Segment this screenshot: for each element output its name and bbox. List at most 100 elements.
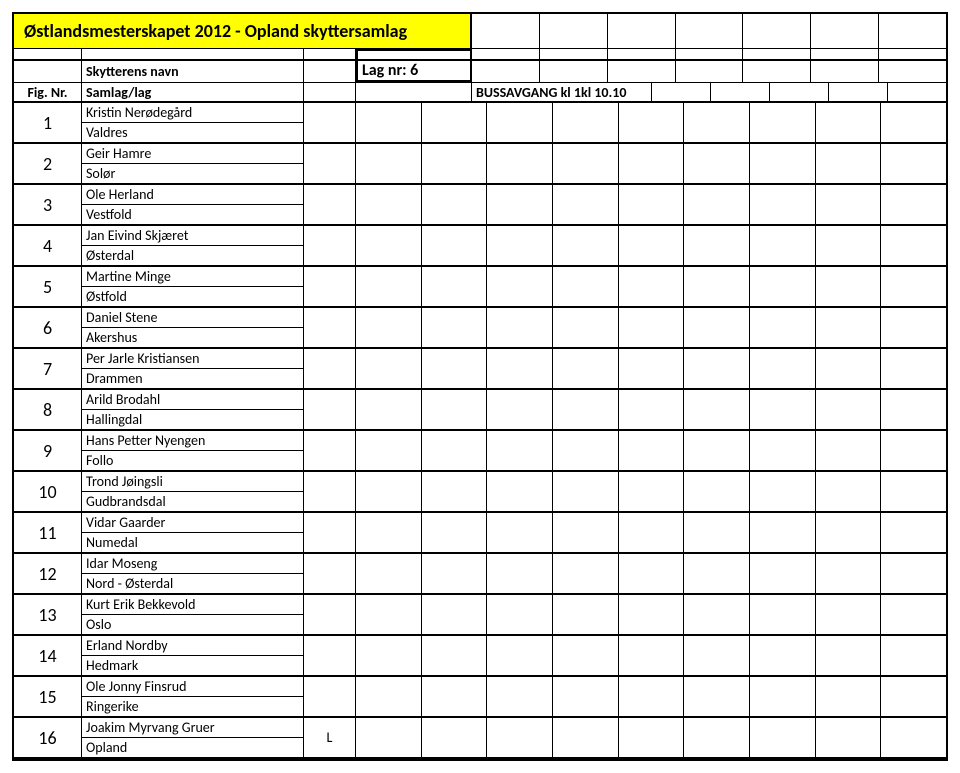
grid-cell — [553, 267, 619, 306]
grid-cell — [881, 513, 946, 552]
grid-cell — [356, 431, 422, 470]
grid-cell — [553, 595, 619, 634]
shooter-club: Gudbrandsdal — [82, 492, 303, 511]
grid-cell — [816, 513, 882, 552]
shooter-club: Nord - Østerdal — [82, 574, 303, 593]
grid-cell — [750, 185, 816, 224]
grid-cell — [816, 595, 882, 634]
grid-cell — [881, 267, 946, 306]
grid-cell — [422, 226, 488, 265]
grid-cell — [750, 226, 816, 265]
grid-cell — [487, 144, 553, 183]
row-flag: L — [304, 718, 356, 757]
name-club-cell: Joakim Myrvang GruerOpland — [82, 718, 304, 757]
row-grid — [356, 718, 946, 757]
shooter-club: Oslo — [82, 615, 303, 634]
shooter-name: Trond Jøingsli — [82, 472, 303, 492]
grid-cell — [750, 554, 816, 593]
name-club-cell: Kurt Erik BekkevoldOslo — [82, 595, 304, 634]
grid-cell — [879, 49, 946, 59]
grid-cell — [816, 144, 882, 183]
grid-cell — [619, 390, 685, 429]
grid-cell — [422, 718, 488, 757]
grid-cell — [881, 595, 946, 634]
grid-cell — [881, 144, 946, 183]
row-grid — [356, 308, 946, 347]
row-flag — [304, 554, 356, 593]
grid-cell — [684, 595, 750, 634]
grid-cell — [684, 431, 750, 470]
row-flag — [304, 308, 356, 347]
name-club-cell: Geir HamreSolør — [82, 144, 304, 183]
grid-cell — [684, 226, 750, 265]
grid-cell — [816, 636, 882, 675]
table-row: 10Trond JøingsliGudbrandsdal — [14, 472, 946, 513]
grid-cell — [487, 103, 553, 142]
shooter-club: Østfold — [82, 287, 303, 306]
table-row: 7Per Jarle KristiansenDrammen — [14, 349, 946, 390]
shooter-name: Idar Moseng — [82, 554, 303, 574]
shooter-name: Vidar Gaarder — [82, 513, 303, 533]
grid-cell — [750, 431, 816, 470]
grid-cell — [816, 390, 882, 429]
grid-cell — [684, 185, 750, 224]
grid-cell — [356, 595, 422, 634]
grid-cell — [750, 513, 816, 552]
grid-cell — [422, 103, 488, 142]
row-number: 2 — [14, 144, 82, 183]
shooter-name: Jan Eivind Skjæret — [82, 226, 303, 246]
grid-cell — [487, 513, 553, 552]
grid-cell — [422, 472, 488, 511]
grid-cell — [619, 308, 685, 347]
grid-cell — [881, 308, 946, 347]
row-flag — [304, 349, 356, 388]
grid-cell — [356, 267, 422, 306]
row-flag — [304, 595, 356, 634]
grid-cell — [487, 636, 553, 675]
grid-cell — [619, 554, 685, 593]
grid-cell — [750, 472, 816, 511]
shooter-name: Joakim Myrvang Gruer — [82, 718, 303, 738]
row-number: 11 — [14, 513, 82, 552]
grid-cell — [684, 677, 750, 716]
bus-departure: BUSSAVGANG kl 1kl 10.10 — [472, 83, 652, 101]
grid-cell — [816, 554, 882, 593]
row-grid — [356, 390, 946, 429]
row-grid — [356, 103, 946, 142]
grid-cell — [770, 83, 829, 101]
grid-cell — [619, 226, 685, 265]
table-row: 5Martine MingeØstfold — [14, 267, 946, 308]
shooter-club: Ringerike — [82, 697, 303, 716]
grid-cell — [684, 472, 750, 511]
name-club-cell: Daniel SteneAkershus — [82, 308, 304, 347]
row-grid — [356, 226, 946, 265]
shooter-name: Kristin Nerødegård — [82, 103, 303, 123]
grid-cell — [816, 472, 882, 511]
grid-cell — [743, 61, 811, 82]
row-flag — [304, 390, 356, 429]
title-row: Østlandsmesterskapet 2012 - Opland skytt… — [14, 14, 946, 49]
grid-cell — [881, 677, 946, 716]
row-flag — [304, 185, 356, 224]
shooter-name: Kurt Erik Bekkevold — [82, 595, 303, 615]
shooter-name: Daniel Stene — [82, 308, 303, 328]
table-row: 11Vidar GaarderNumedal — [14, 513, 946, 554]
grid-cell — [652, 83, 711, 101]
grid-cell — [684, 718, 750, 757]
name-club-cell: Per Jarle KristiansenDrammen — [82, 349, 304, 388]
shooter-club: Hedmark — [82, 656, 303, 675]
grid-cell — [553, 308, 619, 347]
name-club-cell: Idar MosengNord - Østerdal — [82, 554, 304, 593]
grid-cell — [540, 14, 608, 48]
grid-cell — [422, 144, 488, 183]
shooter-name: Arild Brodahl — [82, 390, 303, 410]
entries-container: 1Kristin NerødegårdValdres2Geir HamreSol… — [14, 103, 946, 759]
title-grid — [472, 14, 946, 48]
grid-cell — [619, 103, 685, 142]
row-grid — [356, 349, 946, 388]
grid-cell — [422, 554, 488, 593]
grid-cell — [750, 267, 816, 306]
row-grid — [356, 595, 946, 634]
row-number: 13 — [14, 595, 82, 634]
grid-cell — [472, 61, 540, 82]
